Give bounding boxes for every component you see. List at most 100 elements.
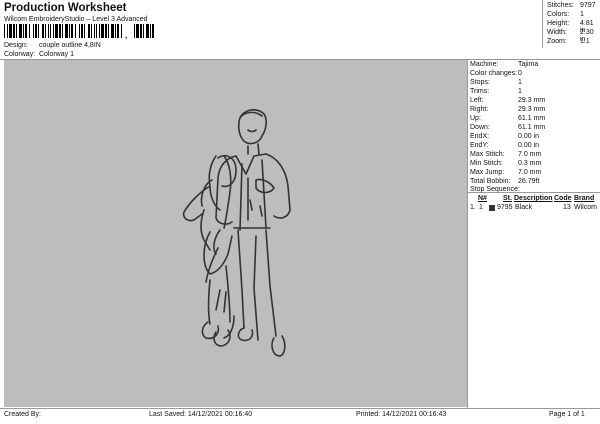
- detail-label: Right:: [470, 106, 489, 113]
- detail-row-trims: Trims: 1: [470, 88, 522, 95]
- barcode-bar: [62, 24, 63, 38]
- detail-value: 26.79ft: [518, 178, 540, 185]
- barcode-bar: [111, 24, 114, 38]
- barcode-text: ,: [125, 31, 128, 40]
- stat-colors: Colors: 1: [547, 11, 584, 18]
- barcode-bar: [96, 24, 97, 38]
- detail-row-right: Right: 29.3 mm: [470, 106, 545, 113]
- detail-row-total-bobbin: Total Bobbin: 26.79ft: [470, 178, 539, 185]
- stat-label: Stitches:: [547, 2, 574, 9]
- barcode-bar: [115, 24, 116, 38]
- stop-header-stitches: St.: [503, 195, 512, 202]
- embroidery-outline: [182, 109, 291, 357]
- stat-width: Width: 2.30 in: [547, 29, 594, 43]
- barcode-bar: [19, 24, 22, 38]
- detail-value: 61.1 mm: [518, 124, 546, 131]
- detail-value: 1: [518, 88, 522, 95]
- colorway-row: Colorway: Colorway 1: [4, 51, 74, 58]
- detail-label: Trims:: [470, 88, 490, 95]
- detail-row-down: Down: 61.1 mm: [470, 124, 545, 131]
- design-value: couple outline 4,8IN: [38, 42, 101, 49]
- stat-label: Zoom:: [547, 38, 567, 45]
- barcode-bar: [75, 24, 76, 38]
- barcode-bar: [101, 24, 104, 38]
- detail-row-left: Left: 29.3 mm: [470, 97, 545, 104]
- detail-label: Max Jump:: [470, 169, 505, 176]
- detail-label: Color changes:: [470, 70, 518, 77]
- barcode-bar: [152, 24, 154, 38]
- detail-label: Machine:: [470, 61, 499, 68]
- barcode-bar: [136, 24, 139, 38]
- barcode-bar: [50, 24, 51, 38]
- detail-value: 7.0 mm: [518, 169, 542, 176]
- detail-label: Left:: [470, 97, 484, 104]
- stat-zoom: Zoom: 1:1: [547, 38, 590, 45]
- stop-header-code: Code: [554, 195, 572, 202]
- barcode-bar: [134, 24, 135, 38]
- barcode-bar: [4, 24, 5, 38]
- barcode: [4, 24, 154, 38]
- barcode-bar: [91, 24, 92, 38]
- barcode-bar: [9, 24, 12, 38]
- stat-value: 9797: [580, 2, 596, 9]
- design-label: Design:: [4, 42, 28, 49]
- machine-details-panel: Machine: Tajima Color changes: 0 Stops: 1 T…: [468, 59, 600, 407]
- barcode-bar: [140, 24, 142, 38]
- page-title: Production Worksheet: [4, 2, 127, 14]
- barcode-bar: [150, 24, 151, 38]
- stop-row-number: 1: [479, 204, 483, 211]
- barcode-bar: [35, 24, 37, 38]
- detail-label: Max Stitch:: [470, 151, 505, 158]
- barcode-bar: [29, 24, 30, 38]
- barcode-bar: [143, 24, 144, 38]
- detail-value: Tajima: [518, 61, 539, 68]
- barcode-bar: [121, 24, 122, 38]
- barcode-bar: [42, 24, 44, 38]
- barcode-bar: [16, 24, 17, 38]
- thread-color-swatch: [489, 205, 495, 213]
- barcode-bar: [55, 24, 58, 38]
- detail-row-stops: Stops: 1: [470, 79, 522, 86]
- footer-printed: Printed: 14/12/2021 00:16:43: [356, 411, 447, 418]
- barcode-bar: [99, 24, 100, 38]
- detail-row-machine: Machine: Tajima: [470, 61, 538, 68]
- barcode-bar: [48, 24, 49, 38]
- detail-value: 0.00 in: [518, 142, 540, 149]
- stop-row-stitches: 9795: [497, 204, 513, 211]
- barcode-bar: [94, 24, 95, 38]
- barcode-bar: [38, 24, 39, 38]
- detail-value: 29.3 mm: [518, 97, 546, 104]
- barcode-bar: [71, 24, 73, 38]
- stop-header-number: N#: [478, 195, 487, 202]
- barcode-bar: [81, 24, 83, 38]
- detail-label: EndY:: [470, 142, 489, 149]
- barcode-bar: [25, 24, 27, 38]
- detail-row-endx: EndX: 0.00 in: [470, 133, 539, 140]
- barcode-bar: [23, 24, 24, 38]
- barcode-bar: [65, 24, 68, 38]
- stat-value: 1:1: [580, 38, 590, 45]
- detail-row-max-jump: Max Jump: 7.0 mm: [470, 169, 541, 176]
- footer-page-number: Page 1 of 1: [549, 411, 585, 418]
- stop-header-brand: Brand: [574, 195, 595, 202]
- detail-value: 29.3 mm: [518, 106, 546, 113]
- barcode-bar: [108, 24, 109, 38]
- barcode-bar: [79, 24, 80, 38]
- barcode-bar: [13, 24, 15, 38]
- detail-row-up: Up: 61.1 mm: [470, 115, 545, 122]
- barcode-bar: [105, 24, 107, 38]
- stat-label: Colors:: [547, 11, 570, 18]
- footer-created-by: Created By:: [4, 411, 41, 418]
- summary-stats-panel: Stitches: 9797 Colors: 1 Height: 4.81 in Wi…: [542, 0, 600, 48]
- design-preview: [4, 60, 467, 407]
- stop-row-code: 13: [563, 204, 571, 211]
- detail-label: Min Stitch:: [470, 160, 503, 167]
- detail-value: 0.00 in: [518, 133, 540, 140]
- barcode-bar: [88, 24, 90, 38]
- colorway-value: Colorway 1: [38, 51, 74, 58]
- detail-label: Up:: [470, 115, 481, 122]
- stop-row-description: Black: [515, 204, 533, 211]
- detail-row-max-stitch: Max Stitch: 7.0 mm: [470, 151, 541, 158]
- detail-label: EndX:: [470, 133, 490, 140]
- detail-row-color-changes: Color changes: 0: [470, 70, 522, 77]
